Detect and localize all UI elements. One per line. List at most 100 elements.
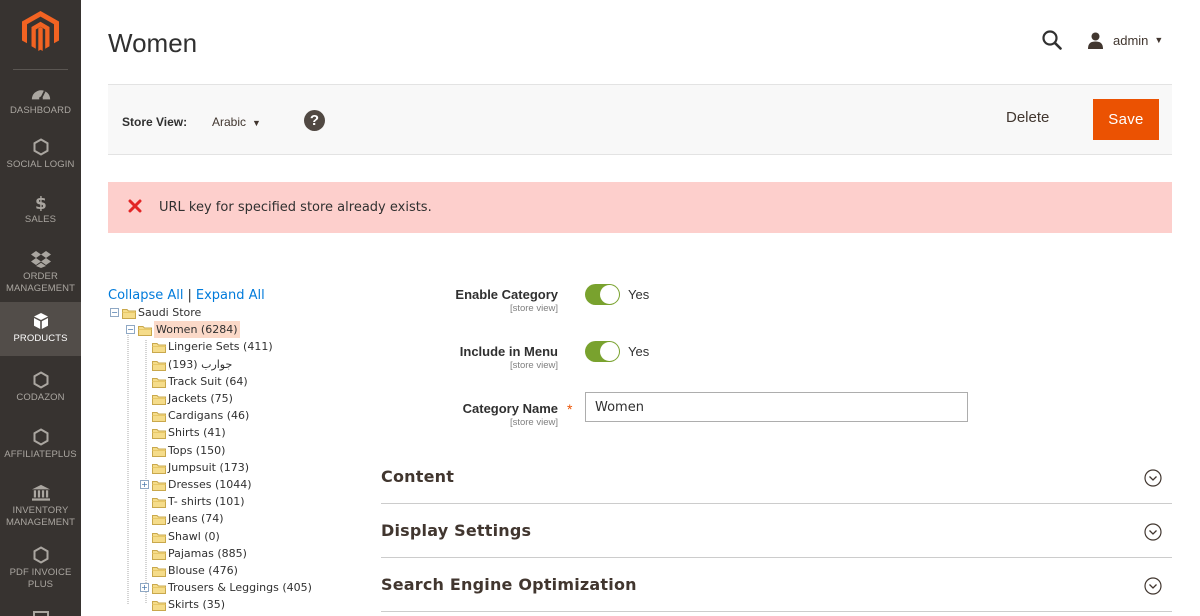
chevron-down-icon [1144,523,1162,541]
folder-icon [152,496,166,509]
nav-label: SALES [24,214,57,225]
tree-node[interactable]: − Women (6284) [126,321,240,339]
tree-node-label: Lingerie Sets (411) [168,340,273,354]
include-in-menu-toggle[interactable] [585,341,620,362]
expand-all-link[interactable]: Expand All [196,288,265,303]
tree-node[interactable]: Cardigans (46) [152,407,249,424]
folder-icon [152,548,166,560]
nav-label: INVENTORY MANAGEMENT [5,505,76,528]
help-icon[interactable]: ? [304,110,325,131]
tree-expand-icon[interactable]: + [140,480,149,489]
nav-order-management[interactable]: ORDER MANAGEMENT [0,250,81,296]
save-button[interactable]: Save [1093,99,1159,140]
hexagon-icon [33,546,48,564]
folder-icon [152,462,166,474]
category-name-input[interactable] [585,392,968,422]
nav-inventory-management[interactable]: INVENTORY MANAGEMENT [0,484,81,530]
tree-node-label: Track Suit (64) [168,374,248,388]
section-search-engine-optimization[interactable]: Search Engine Optimization [381,558,1172,612]
chevron-down-icon [1144,577,1162,595]
folder-icon [152,359,166,371]
nav-dashboard[interactable]: DASHBOARD [0,84,81,118]
chevron-down-icon [1144,469,1162,487]
nav-more[interactable] [0,606,81,616]
dashboard-icon [31,90,50,101]
tree-node-label: Skirts (35) [168,598,226,612]
section-content[interactable]: Content [381,450,1172,504]
section-title: Display Settings [381,521,532,540]
store-view-value: Arabic [212,115,247,129]
error-x-icon [128,199,142,213]
tree-node[interactable]: جوارب (193) [152,356,232,373]
nav-products[interactable]: PRODUCTS [0,302,81,356]
tree-node[interactable]: Skirts (35) [152,596,225,613]
tree-node[interactable]: Jeans (74) [152,510,224,527]
enable-category-toggle[interactable] [585,284,620,305]
collapse-all-link[interactable]: Collapse All [108,288,184,303]
magento-logo-icon[interactable] [22,11,59,51]
nav-label: AFFILIATEPLUS [4,449,77,460]
include-in-menu-value: Yes [628,344,650,359]
tree-collapse-icon[interactable]: − [110,308,119,317]
tree-node-label: T- shirts (101) [168,495,245,509]
folder-icon [152,376,166,388]
folder-icon [152,582,166,595]
required-asterisk: * [567,401,573,417]
tree-node-label: Jeans (74) [168,512,224,526]
nav-pdf-invoice-plus[interactable]: PDF INVOICE PLUS [0,546,81,592]
tree-node[interactable]: − Saudi Store [110,304,201,321]
tree-node[interactable]: Jackets (75) [152,390,233,407]
tree-node[interactable]: + Trousers & Leggings (405) [140,579,312,596]
folder-icon [152,341,166,354]
tree-node[interactable]: Track Suit (64) [152,373,248,390]
hexagon-icon [33,428,48,446]
enable-category-value: Yes [628,287,650,302]
tree-node[interactable]: Jumpsuit (173) [152,459,249,476]
tree-node[interactable]: + Dresses (1044) [140,476,252,493]
store-view-switcher[interactable]: Arabic ▼ [212,115,261,129]
tree-node[interactable]: Shirts (41) [152,424,226,441]
dollar-icon: $ [35,194,47,211]
tree-node[interactable]: Shawl (0) [152,528,220,545]
tree-node[interactable]: Pajamas (885) [152,545,247,562]
enable-category-label: Enable Category [455,287,558,302]
tree-node-label: Trousers & Leggings (405) [168,581,312,595]
tree-node[interactable]: Lingerie Sets (411) [152,338,273,355]
delete-button[interactable]: Delete [1006,109,1049,126]
folder-icon [152,445,166,457]
section-display-settings[interactable]: Display Settings [381,504,1172,558]
hexagon-icon [33,138,48,156]
search-icon[interactable] [1042,30,1062,50]
store-view-label: Store View: [122,115,188,129]
folder-icon [138,324,152,337]
screen-icon [32,611,49,616]
tree-node-label: Dresses (1044) [168,478,252,491]
folder-icon [152,565,166,577]
nav-sales[interactable]: $ SALES [0,193,81,227]
tree-actions-separator: | [187,288,192,303]
nav-label: DASHBOARD [9,105,72,116]
tree-node-label: Shirts (41) [168,426,226,440]
tree-node-label: Pajamas (885) [168,546,247,560]
tree-collapse-icon[interactable]: − [126,325,135,335]
section-title: Content [381,467,455,486]
error-message: URL key for specified store already exis… [108,182,1172,233]
nav-label: CODAZON [16,392,65,403]
toggle-knob [600,285,619,304]
tree-node[interactable]: Blouse (476) [152,562,238,579]
admin-user-menu[interactable]: admin ▼ [1087,30,1163,50]
category-name-scope: [store view] [509,417,558,428]
tree-node[interactable]: Tops (150) [152,442,225,459]
tree-expand-icon[interactable]: + [140,583,149,593]
error-message-text: URL key for specified store already exis… [159,200,432,215]
tree-actions: Collapse All | Expand All [108,288,265,303]
folder-icon [152,393,166,405]
tree-node-label: جوارب (193) [168,357,233,371]
nav-codazon[interactable]: CODAZON [0,371,81,405]
folder-icon [152,410,166,423]
admin-username: admin [1113,32,1149,48]
tree-node[interactable]: T- shirts (101) [152,493,245,510]
nav-affiliateplus[interactable]: AFFILIATEPLUS [0,428,81,462]
nav-social-login[interactable]: SOCIAL LOGIN [0,138,81,172]
logo-divider [13,69,68,70]
